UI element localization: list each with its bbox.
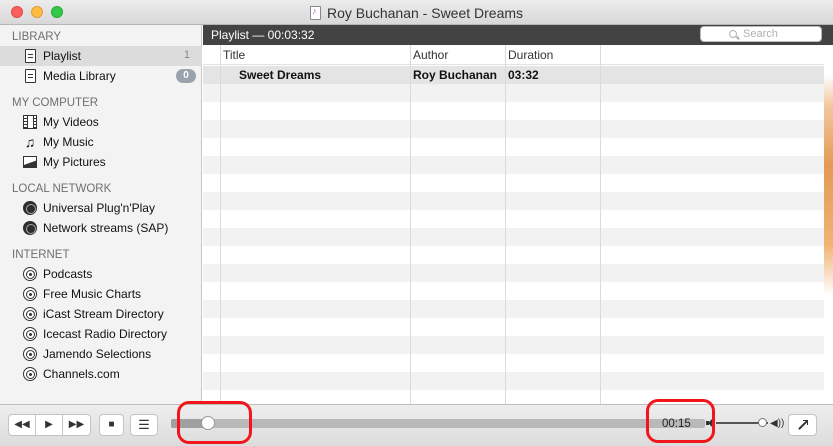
sidebar-item-channels[interactable]: Channels.com	[0, 364, 202, 384]
column-header-title[interactable]: Title	[223, 48, 245, 62]
column-header-duration[interactable]: Duration	[508, 48, 553, 62]
sidebar-item-playlist[interactable]: Playlist 1	[0, 46, 202, 66]
film-icon	[23, 115, 37, 129]
title-bar: Roy Buchanan - Sweet Dreams	[0, 0, 833, 25]
sidebar-item-label: My Music	[43, 135, 94, 149]
volume-slider[interactable]	[716, 418, 768, 427]
audio-document-icon	[309, 6, 321, 20]
empty-row	[203, 300, 833, 318]
fast-forward-button[interactable]: ▶▶	[62, 414, 91, 436]
podcast-icon	[23, 287, 37, 301]
sidebar-item-upnp[interactable]: Universal Plug'n'Play	[0, 198, 202, 218]
window-title: Roy Buchanan - Sweet Dreams	[326, 5, 524, 21]
section-heading-my-computer: MY COMPUTER	[12, 97, 99, 109]
empty-row	[203, 390, 833, 404]
sidebar-item-free-music-charts[interactable]: Free Music Charts	[0, 284, 202, 304]
sidebar-item-label: My Pictures	[43, 155, 106, 169]
cell-duration: 03:32	[508, 68, 539, 82]
sidebar-item-label: Network streams (SAP)	[43, 221, 169, 235]
podcast-icon	[23, 267, 37, 281]
column-divider	[220, 45, 221, 404]
play-button[interactable]: ▶	[35, 414, 63, 436]
fullscreen-arrows-icon	[798, 420, 808, 430]
empty-row	[203, 210, 833, 228]
playlist-title: Playlist — 00:03:32	[211, 28, 315, 42]
column-divider	[600, 45, 601, 404]
fullscreen-button[interactable]	[788, 414, 817, 436]
section-heading-internet: INTERNET	[12, 249, 70, 261]
empty-row	[203, 138, 833, 156]
empty-row	[203, 282, 833, 300]
search-placeholder: Search	[743, 28, 778, 40]
empty-row	[203, 336, 833, 354]
globe-icon	[23, 201, 37, 215]
empty-row	[203, 228, 833, 246]
window-title-container: Roy Buchanan - Sweet Dreams	[0, 5, 833, 21]
media-library-doc-icon	[25, 69, 36, 83]
table-row[interactable]: Sweet Dreams Roy Buchanan 03:32	[203, 66, 833, 84]
sidebar-item-podcasts[interactable]: Podcasts	[0, 264, 202, 284]
search-icon	[729, 30, 737, 38]
podcast-icon	[23, 327, 37, 341]
section-heading-library: LIBRARY	[12, 31, 62, 43]
cell-title: Sweet Dreams	[239, 68, 322, 82]
sidebar-item-media-library[interactable]: Media Library 0	[0, 66, 202, 86]
sidebar-item-label: Playlist	[43, 49, 82, 63]
empty-row	[203, 354, 833, 372]
music-note-icon: ♫	[24, 134, 36, 150]
sidebar-item-label: Free Music Charts	[43, 287, 142, 301]
podcast-icon	[23, 347, 37, 361]
sidebar-item-label: Jamendo Selections	[43, 347, 152, 361]
sidebar-item-icast[interactable]: iCast Stream Directory	[0, 304, 202, 324]
picture-icon	[23, 156, 37, 168]
sidebar-item-label: My Videos	[43, 115, 99, 129]
sidebar-item-my-pictures[interactable]: My Pictures	[0, 152, 202, 172]
playlist-doc-icon	[25, 49, 36, 63]
sidebar-item-icecast[interactable]: Icecast Radio Directory	[0, 324, 202, 344]
media-library-badge: 0	[176, 69, 196, 83]
sidebar-item-my-music[interactable]: ♫ My Music	[0, 132, 202, 152]
sidebar-item-label: Icecast Radio Directory	[43, 327, 168, 341]
cell-author: Roy Buchanan	[413, 68, 498, 82]
column-divider	[505, 45, 506, 404]
sidebar-item-network-streams[interactable]: Network streams (SAP)	[0, 218, 202, 238]
empty-row	[203, 372, 833, 390]
sidebar-item-label: iCast Stream Directory	[43, 307, 164, 321]
column-divider	[410, 45, 411, 404]
sidebar-item-label: Universal Plug'n'Play	[43, 201, 155, 215]
sidebar-item-label: Media Library	[43, 69, 116, 83]
playlist-table: Sweet Dreams Roy Buchanan 03:32 Title Au…	[203, 45, 833, 404]
column-header-author[interactable]: Author	[413, 48, 448, 62]
podcast-icon	[23, 307, 37, 321]
empty-row	[203, 246, 833, 264]
empty-row	[203, 120, 833, 138]
annotation-ring-time	[646, 399, 715, 443]
sidebar: LIBRARY Playlist 1 Media Library 0 MY CO…	[0, 25, 202, 404]
podcast-icon	[23, 367, 37, 381]
empty-row	[203, 174, 833, 192]
sidebar-item-label: Channels.com	[43, 367, 120, 381]
background-video-edge	[824, 45, 833, 404]
section-heading-local-network: LOCAL NETWORK	[12, 183, 112, 195]
sidebar-item-label: Podcasts	[43, 267, 93, 281]
playlist-header-bar: Playlist — 00:03:32 Search	[203, 25, 833, 45]
globe-icon	[23, 221, 37, 235]
search-input[interactable]: Search	[700, 26, 822, 42]
volume-high-icon[interactable]: ◀))	[770, 418, 784, 429]
sidebar-item-my-videos[interactable]: My Videos	[0, 112, 202, 132]
toggle-playlist-button[interactable]: ☰	[130, 414, 158, 436]
annotation-ring-seek	[177, 401, 252, 444]
rewind-button[interactable]: ◀◀	[8, 414, 36, 436]
empty-row	[203, 102, 833, 120]
playlist-count: 1	[183, 49, 190, 61]
sidebar-item-jamendo[interactable]: Jamendo Selections	[0, 344, 202, 364]
column-header-row: Title Author Duration	[203, 45, 833, 65]
empty-row	[203, 84, 833, 102]
empty-row	[203, 318, 833, 336]
volume-knob[interactable]	[757, 418, 767, 427]
empty-row	[203, 192, 833, 210]
empty-row	[203, 156, 833, 174]
stop-button[interactable]: ■	[99, 414, 124, 436]
empty-row	[203, 264, 833, 282]
